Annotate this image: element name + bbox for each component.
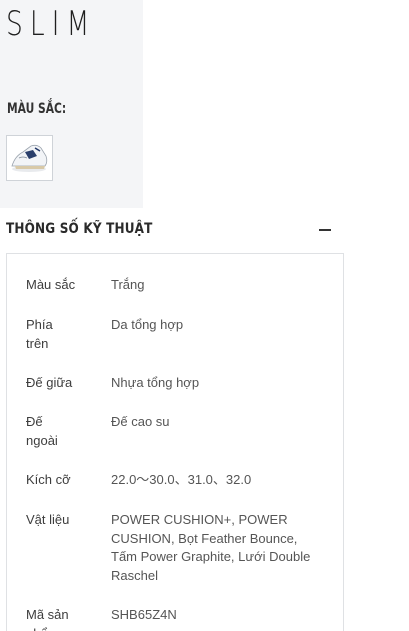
spec-key: Phía trên	[26, 317, 53, 351]
product-title: SLIM	[6, 4, 97, 44]
spec-key: Đế giữa	[26, 375, 73, 390]
spec-key: Đế ngoài	[26, 414, 58, 448]
spec-key: Màu sắc	[26, 277, 76, 292]
spec-value: Da tổng hợp	[111, 317, 184, 332]
shoe-thumbnail-icon	[11, 144, 48, 172]
spec-value: Nhựa tổng hợp	[111, 375, 200, 390]
spec-section-title: THÔNG SỐ KỸ THUẬT	[6, 221, 153, 237]
spec-value: Trắng	[111, 277, 145, 292]
spec-section-header[interactable]: THÔNG SỐ KỸ THUẬT	[0, 208, 409, 252]
minus-icon	[319, 229, 331, 231]
spec-value: SHB65Z4N	[111, 607, 177, 622]
spec-value: Đế cao su	[111, 414, 170, 429]
color-swatch-white[interactable]	[6, 135, 53, 181]
spec-key: Vật liệu	[26, 512, 70, 527]
spec-value: POWER CUSHION+, POWER CUSHION, Bọt Feath…	[111, 512, 311, 583]
spec-table: Màu sắc Trắng Phía trên Da tổng hợp Đế g…	[6, 253, 344, 631]
collapse-toggle[interactable]	[316, 220, 336, 240]
spec-value: 22.0～30.0、31.0、32.0	[111, 472, 252, 487]
spec-key: Kích cỡ	[26, 472, 71, 487]
spec-key: Mã sản phẩm	[26, 607, 69, 631]
color-label: MÀU SẮC:	[7, 101, 67, 117]
